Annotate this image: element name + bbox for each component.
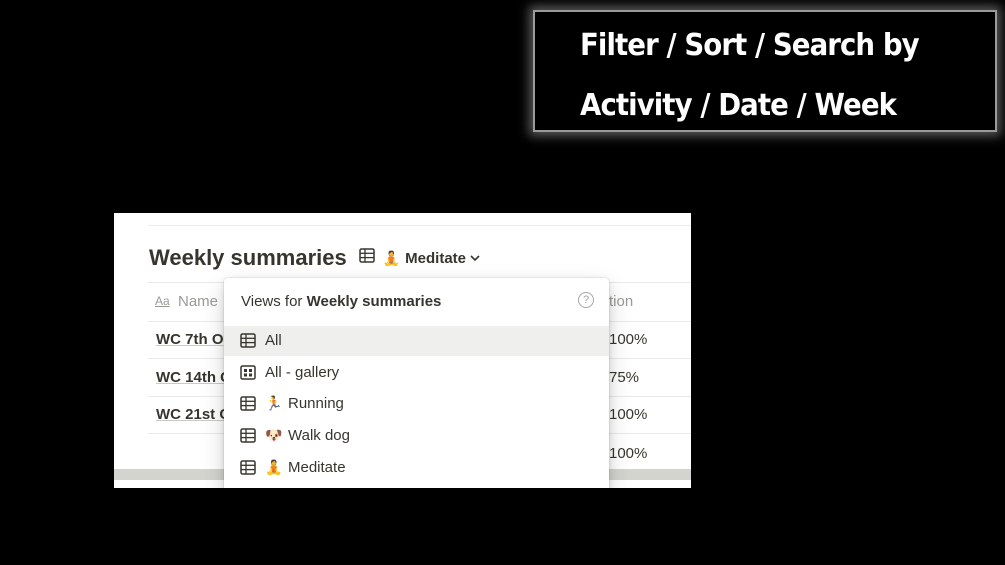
database-title[interactable]: Weekly summaries bbox=[149, 245, 347, 271]
row-percent: 100% bbox=[609, 445, 648, 462]
dog-emoji-icon: 🐶 bbox=[265, 427, 283, 443]
meditate-emoji-icon: 🧘 bbox=[265, 459, 283, 475]
view-item-all[interactable]: All bbox=[224, 326, 609, 356]
row-percent: 100% bbox=[609, 331, 648, 348]
meditate-emoji-icon: 🧘 bbox=[382, 249, 401, 266]
view-item-label: Running bbox=[288, 395, 344, 412]
row-percent: 100% bbox=[609, 406, 648, 423]
view-item-label: Meditate bbox=[288, 459, 346, 476]
column-header-completion[interactable]: tion bbox=[609, 293, 633, 310]
column-header-name[interactable]: Name bbox=[178, 293, 218, 310]
view-item-label: All - gallery bbox=[265, 364, 340, 381]
table-icon bbox=[240, 428, 256, 448]
chevron-down-icon bbox=[470, 249, 480, 267]
table-icon bbox=[240, 396, 256, 416]
database-header: Weekly summaries 🧘 Meditate bbox=[149, 245, 480, 271]
view-item-all-gallery[interactable]: All - gallery bbox=[224, 358, 609, 388]
view-item-walk-dog[interactable]: 🐶 Walk dog bbox=[224, 421, 609, 451]
table-icon bbox=[240, 460, 256, 480]
views-dropdown-menu: Views for Weekly summaries ? All All - g… bbox=[224, 278, 609, 488]
view-item-running[interactable]: 🏃 Running bbox=[224, 389, 609, 419]
help-icon[interactable]: ? bbox=[578, 292, 594, 308]
row-name[interactable]: WC 14th C bbox=[156, 369, 231, 386]
text-property-icon: Aa bbox=[155, 294, 170, 308]
views-menu-db-name: Weekly summaries bbox=[306, 293, 442, 310]
callout-line-2: Activity / Date / Week bbox=[580, 88, 897, 123]
view-switcher[interactable]: 🧘 Meditate bbox=[358, 248, 480, 268]
table-icon bbox=[358, 248, 375, 268]
runner-emoji-icon: 🏃 bbox=[265, 395, 283, 411]
row-percent: 75% bbox=[609, 369, 640, 386]
callout-line-1: Filter / Sort / Search by bbox=[580, 28, 920, 63]
view-item-label: All bbox=[265, 332, 282, 349]
view-item-meditate[interactable]: 🧘 Meditate bbox=[224, 453, 609, 483]
table-icon bbox=[240, 333, 256, 353]
view-item-label: Walk dog bbox=[288, 427, 350, 444]
views-menu-heading: Views for Weekly summaries bbox=[241, 293, 441, 310]
divider bbox=[148, 225, 691, 226]
current-view-label: Meditate bbox=[405, 249, 466, 267]
database-panel: Weekly summaries 🧘 Meditate Aa Name tion… bbox=[114, 213, 691, 488]
row-name[interactable]: WC 7th O bbox=[156, 331, 224, 348]
views-menu-prefix: Views for bbox=[241, 293, 307, 310]
gallery-icon bbox=[240, 365, 256, 385]
callout-box: Filter / Sort / Search by Activity / Dat… bbox=[533, 10, 997, 132]
row-name[interactable]: WC 21st C bbox=[156, 406, 230, 423]
